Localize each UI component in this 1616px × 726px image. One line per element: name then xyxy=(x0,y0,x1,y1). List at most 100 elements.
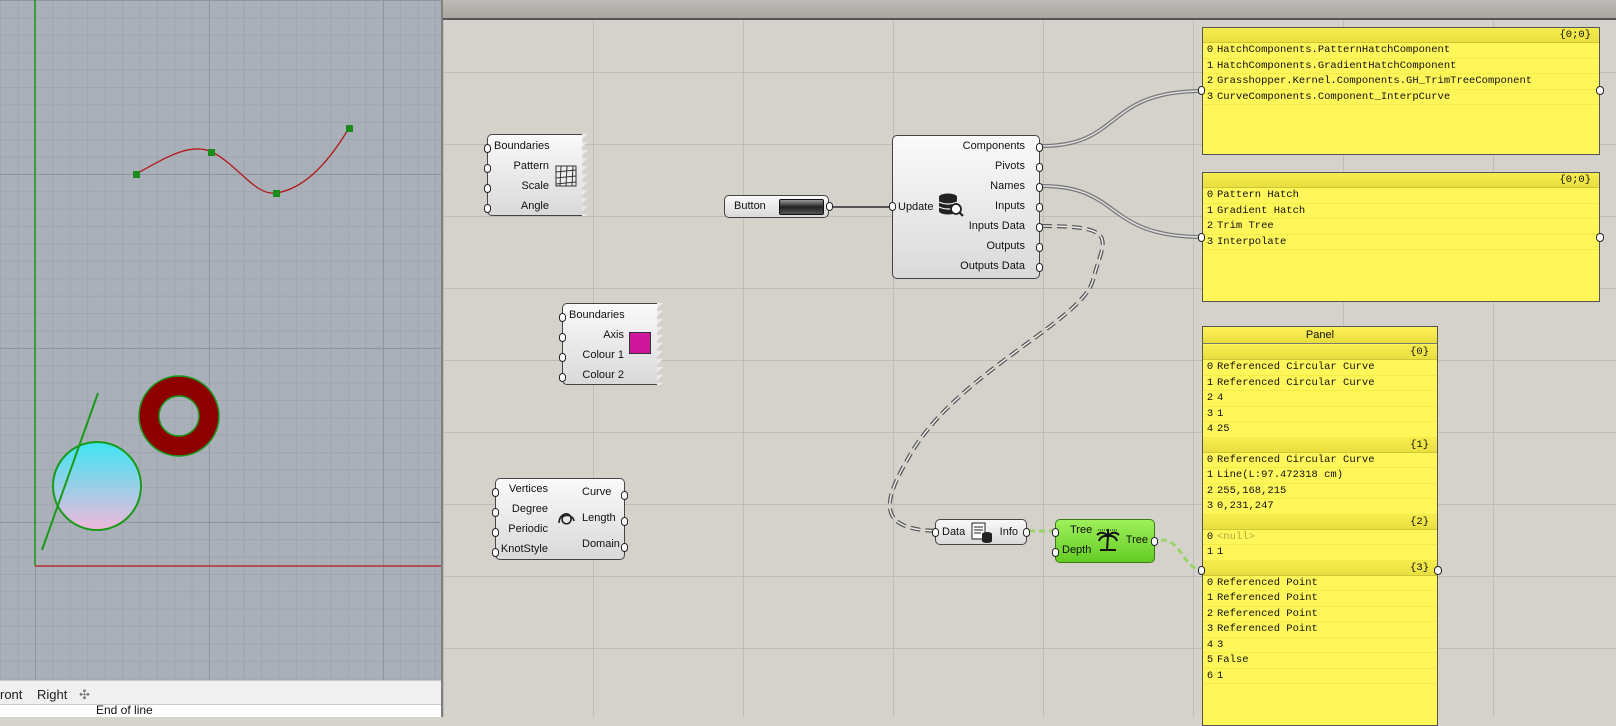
list-item: 0 Pattern Hatch xyxy=(1203,188,1599,204)
output-grip[interactable] xyxy=(1036,203,1043,212)
output-label-names: Names xyxy=(990,180,1025,192)
rhino-viewport[interactable] xyxy=(0,0,441,680)
input-grip[interactable] xyxy=(1198,233,1205,242)
gradient-hatch-component[interactable]: Boundaries Axis Colour 1 Colour 2 xyxy=(559,303,663,385)
component-info-component[interactable]: Update Components Pivots Names Inputs In… xyxy=(889,135,1043,279)
magenta-swatch-icon xyxy=(629,332,651,354)
output-grip[interactable] xyxy=(1036,183,1043,192)
input-grip[interactable] xyxy=(559,353,566,362)
list-item: 0 Referenced Circular Curve xyxy=(1203,360,1437,376)
input-grip[interactable] xyxy=(559,313,566,322)
input-label-scale: Scale xyxy=(521,180,549,192)
input-label-depth: Depth xyxy=(1062,544,1092,556)
output-label-length: Length xyxy=(582,512,616,524)
input-grip[interactable] xyxy=(492,508,499,517)
viewport-geometry xyxy=(34,0,441,567)
output-grip[interactable] xyxy=(621,543,628,552)
list-item: 1 Gradient Hatch xyxy=(1203,204,1599,219)
components-output-panel[interactable]: {0;0} 0 HatchComponents.PatternHatchCompo… xyxy=(1198,27,1604,155)
input-grip[interactable] xyxy=(932,528,939,537)
input-grip[interactable] xyxy=(1198,566,1205,575)
names-output-panel[interactable]: {0;0} 0 Pattern Hatch 1 Gradient Hatch 2 Tr… xyxy=(1198,172,1604,302)
wire xyxy=(1160,538,1204,572)
input-grip[interactable] xyxy=(1052,528,1059,537)
input-label-tree: Tree xyxy=(1070,524,1093,536)
panel-title: Panel xyxy=(1203,327,1437,344)
output-grip[interactable] xyxy=(1036,143,1043,152)
input-label-knotstyle: KnotStyle xyxy=(500,543,548,555)
input-grip[interactable] xyxy=(1052,548,1059,557)
list-item: 2 Trim Tree xyxy=(1203,219,1599,235)
trim-tree-component[interactable]: Tree Depth Tree xyxy=(1052,519,1158,563)
branch-path: {0;0} xyxy=(1203,173,1599,188)
curve-loop-icon xyxy=(558,513,575,525)
input-grip[interactable] xyxy=(484,204,491,213)
output-grip[interactable] xyxy=(1023,528,1030,537)
output-label-domain: Domain xyxy=(582,538,620,550)
output-grip[interactable] xyxy=(1036,243,1043,252)
input-grip[interactable] xyxy=(484,144,491,153)
input-label-boundaries: Boundaries xyxy=(494,140,550,152)
output-grip[interactable] xyxy=(1036,263,1043,272)
list-item: 0 HatchComponents.PatternHatchComponent xyxy=(1203,43,1599,59)
input-grip[interactable] xyxy=(889,202,896,211)
interpolate-curve-component[interactable]: Vertices Degree Periodic KnotStyle Curve… xyxy=(492,478,628,560)
branch-path: {1} xyxy=(1203,437,1437,453)
list-item: 43 xyxy=(1203,638,1437,653)
branch-path: {0} xyxy=(1203,345,1437,360)
input-grip[interactable] xyxy=(492,548,499,557)
list-item: 3 CurveComponents.Component_InterpCurve xyxy=(1203,90,1599,105)
plus-icon[interactable]: ✣ xyxy=(79,687,90,703)
input-grip[interactable] xyxy=(484,184,491,193)
list-item: 3 Interpolate xyxy=(1203,235,1599,250)
list-item: 3 Referenced Point xyxy=(1203,622,1437,638)
list-item: 61 xyxy=(1203,669,1437,684)
output-grip[interactable] xyxy=(826,202,833,211)
input-grip[interactable] xyxy=(492,528,499,537)
tree-data-panel[interactable]: Panel {0} 0 Referenced Circular Curve 1 Re… xyxy=(1198,326,1442,726)
input-grip[interactable] xyxy=(484,164,491,173)
curve-point xyxy=(346,125,353,132)
tab-right[interactable]: Right xyxy=(37,687,67,702)
pattern-hatch-component[interactable]: Boundaries Pattern Scale Angle xyxy=(484,134,588,216)
input-grip[interactable] xyxy=(559,373,566,382)
output-label-inputs-data: Inputs Data xyxy=(968,220,1025,232)
curve-point xyxy=(273,190,280,197)
data-info-component[interactable]: Data Info xyxy=(932,519,1030,545)
button-label: Button xyxy=(734,200,766,212)
output-grip[interactable] xyxy=(1151,537,1158,546)
input-grip[interactable] xyxy=(559,333,566,342)
output-grip[interactable] xyxy=(1596,233,1604,242)
button-face[interactable] xyxy=(779,199,824,215)
output-grip[interactable] xyxy=(621,517,628,526)
output-grip[interactable] xyxy=(1596,86,1604,95)
output-label-tree: Tree xyxy=(1125,534,1148,546)
input-label-colour-1: Colour 1 xyxy=(582,349,624,361)
grid-hatch-icon xyxy=(555,165,577,187)
wire xyxy=(1041,184,1204,239)
output-grip[interactable] xyxy=(1036,163,1043,172)
output-grip[interactable] xyxy=(621,491,628,500)
button-component[interactable]: Button xyxy=(724,195,833,218)
input-label-boundaries: Boundaries xyxy=(569,309,625,321)
output-grip[interactable] xyxy=(1036,223,1043,232)
list-item: 4 25 xyxy=(1203,422,1437,438)
list-item: 2 Grasshopper.Kernel.Components.GH_TrimTr… xyxy=(1203,74,1599,90)
output-grip[interactable] xyxy=(1434,566,1442,575)
curve-point xyxy=(133,171,140,178)
input-label-vertices: Vertices xyxy=(508,483,548,495)
input-grip[interactable] xyxy=(1198,86,1205,95)
list-item: 2 255,168,215 xyxy=(1203,484,1437,499)
input-label-colour-2: Colour 2 xyxy=(582,369,624,381)
input-grip[interactable] xyxy=(492,488,499,497)
command-line[interactable]: End of line xyxy=(0,703,441,717)
input-label-pattern: Pattern xyxy=(513,160,549,172)
hatched-ring xyxy=(139,376,219,456)
branch-path: {0;0} xyxy=(1203,28,1599,43)
input-label-angle: Angle xyxy=(520,200,549,212)
curve-point xyxy=(208,149,215,156)
input-label-axis: Axis xyxy=(603,329,624,341)
list-item: 1 Line(L:97.472318 cm) xyxy=(1203,468,1437,484)
grasshopper-canvas[interactable]: Boundaries Pattern Scale Angle Boundarie… xyxy=(441,0,1616,726)
tab-front[interactable]: ront xyxy=(0,687,22,702)
